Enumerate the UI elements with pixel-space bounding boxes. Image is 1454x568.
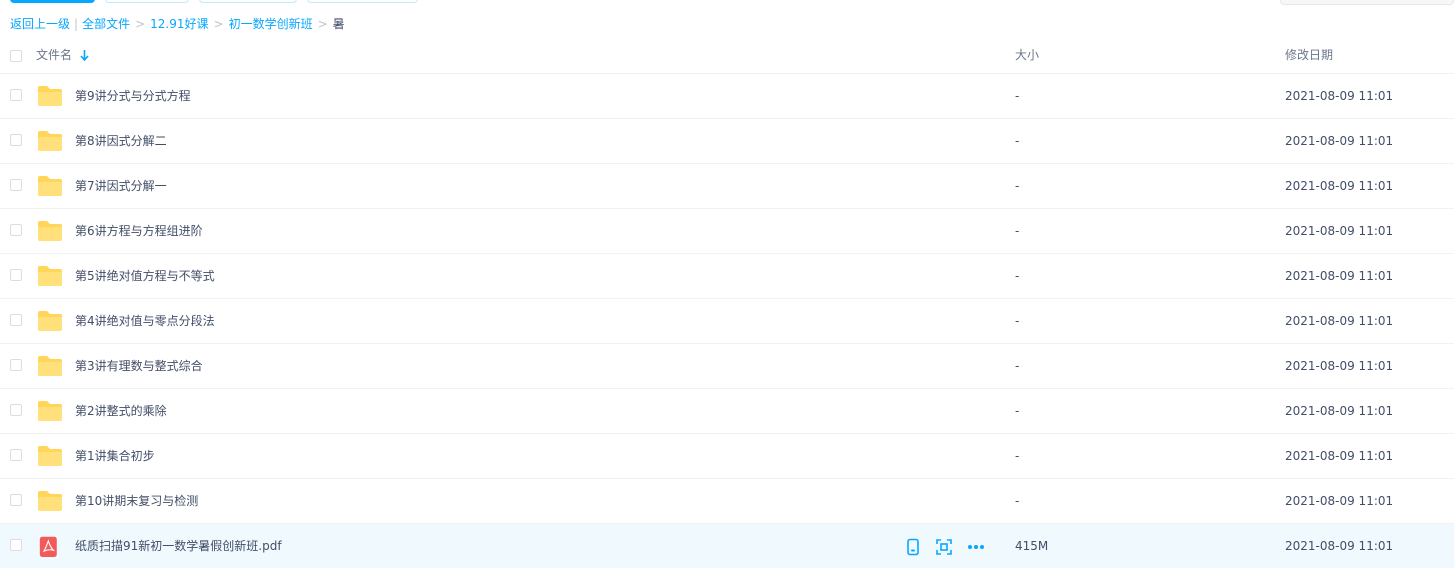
row-checkbox[interactable] — [10, 134, 22, 146]
row-checkbox[interactable] — [10, 494, 22, 506]
folder-icon — [38, 131, 62, 151]
file-size: - — [1015, 359, 1020, 373]
column-header-size[interactable]: 大小 — [1015, 47, 1039, 63]
breadcrumb: 返回上一级 | 全部文件 >12.91好课 > 初一数学创新班 > 暑 — [10, 15, 345, 33]
column-header-name-label: 文件名 — [36, 48, 73, 62]
row-checkbox[interactable] — [10, 179, 22, 191]
file-list: 第9讲分式与分式方程 - 2021-08-09 11:01 第8讲因式分解二 -… — [0, 74, 1454, 568]
file-name[interactable]: 第3讲有理数与整式综合 — [75, 358, 203, 374]
row-checkbox[interactable] — [10, 404, 22, 416]
folder-icon — [38, 446, 62, 466]
file-size: - — [1015, 269, 1020, 283]
file-date: 2021-08-09 11:01 — [1285, 269, 1394, 283]
breadcrumb-item-all-files[interactable]: 全部文件 — [82, 17, 130, 31]
file-row[interactable]: 第5讲绝对值方程与不等式 - 2021-08-09 11:01 — [0, 254, 1454, 299]
file-name[interactable]: 第10讲期末复习与检测 — [75, 493, 198, 509]
file-size: - — [1015, 179, 1020, 193]
file-name[interactable]: 第1讲集合初步 — [75, 448, 155, 464]
row-checkbox[interactable] — [10, 269, 22, 281]
file-name[interactable]: 纸质扫描91新初一数学暑假创新班.pdf — [75, 538, 282, 554]
chevron-right-icon: > — [317, 17, 328, 31]
chevron-right-icon: > — [135, 17, 146, 31]
file-row[interactable]: 第2讲整式的乘除 - 2021-08-09 11:01 — [0, 389, 1454, 434]
file-date: 2021-08-09 11:01 — [1285, 494, 1394, 508]
pdf-icon — [39, 536, 57, 557]
share-scan-icon[interactable] — [935, 538, 953, 556]
upload-button[interactable] — [10, 0, 95, 3]
file-name[interactable]: 第6讲方程与方程组进阶 — [75, 223, 203, 239]
column-header-date[interactable]: 修改日期 — [1285, 47, 1333, 63]
file-name[interactable]: 第7讲因式分解一 — [75, 178, 167, 194]
back-link[interactable]: 返回上一级 — [10, 17, 70, 31]
file-size: 415M — [1015, 539, 1049, 553]
file-size: - — [1015, 224, 1020, 238]
file-row[interactable]: 纸质扫描91新初一数学暑假创新班.pdf 415M 2021-08-09 11:… — [0, 524, 1454, 568]
folder-icon — [38, 86, 62, 106]
row-checkbox[interactable] — [10, 539, 22, 551]
row-checkbox[interactable] — [10, 449, 22, 461]
row-checkbox[interactable] — [10, 89, 22, 101]
toolbar — [0, 0, 1454, 6]
folder-icon — [38, 491, 62, 511]
folder-icon — [38, 401, 62, 421]
file-row[interactable]: 第7讲因式分解一 - 2021-08-09 11:01 — [0, 164, 1454, 209]
file-date: 2021-08-09 11:01 — [1285, 539, 1394, 553]
folder-icon — [38, 176, 62, 196]
file-size: - — [1015, 89, 1020, 103]
mobile-icon[interactable] — [904, 538, 922, 556]
folder-icon — [38, 266, 62, 286]
file-date: 2021-08-09 11:01 — [1285, 179, 1394, 193]
breadcrumb-item-course[interactable]: 12.91好课 — [150, 17, 208, 31]
file-row[interactable]: 第6讲方程与方程组进阶 - 2021-08-09 11:01 — [0, 209, 1454, 254]
folder-icon — [38, 356, 62, 376]
file-size: - — [1015, 449, 1020, 463]
file-size: - — [1015, 134, 1020, 148]
file-size: - — [1015, 404, 1020, 418]
file-date: 2021-08-09 11:01 — [1285, 404, 1394, 418]
column-header-name[interactable]: 文件名 — [36, 47, 89, 63]
more-icon[interactable] — [967, 538, 985, 556]
file-row[interactable]: 第1讲集合初步 - 2021-08-09 11:01 — [0, 434, 1454, 479]
row-checkbox[interactable] — [10, 359, 22, 371]
file-date: 2021-08-09 11:01 — [1285, 359, 1394, 373]
file-date: 2021-08-09 11:01 — [1285, 449, 1394, 463]
file-name[interactable]: 第9讲分式与分式方程 — [75, 88, 191, 104]
file-name[interactable]: 第8讲因式分解二 — [75, 133, 167, 149]
file-size: - — [1015, 494, 1020, 508]
file-row[interactable]: 第10讲期末复习与检测 - 2021-08-09 11:01 — [0, 479, 1454, 524]
breadcrumb-item-class[interactable]: 初一数学创新班 — [229, 17, 313, 31]
row-checkbox[interactable] — [10, 314, 22, 326]
chevron-right-icon: > — [213, 17, 224, 31]
search-input[interactable] — [1280, 0, 1454, 5]
row-checkbox[interactable] — [10, 224, 22, 236]
folder-icon — [38, 221, 62, 241]
file-date: 2021-08-09 11:01 — [1285, 89, 1394, 103]
arrow-down-icon[interactable] — [80, 50, 89, 61]
file-name[interactable]: 第5讲绝对值方程与不等式 — [75, 268, 215, 284]
file-date: 2021-08-09 11:01 — [1285, 134, 1394, 148]
file-list-header: 文件名 大小 修改日期 — [0, 36, 1454, 74]
file-date: 2021-08-09 11:01 — [1285, 224, 1394, 238]
more-tools-button[interactable] — [307, 0, 418, 3]
file-date: 2021-08-09 11:01 — [1285, 314, 1394, 328]
select-all-checkbox[interactable] — [10, 50, 22, 62]
file-row[interactable]: 第9讲分式与分式方程 - 2021-08-09 11:01 — [0, 74, 1454, 119]
offline-download-button[interactable] — [199, 0, 297, 3]
file-row[interactable]: 第8讲因式分解二 - 2021-08-09 11:01 — [0, 119, 1454, 164]
file-size: - — [1015, 314, 1020, 328]
file-name[interactable]: 第4讲绝对值与零点分段法 — [75, 313, 215, 329]
breadcrumb-divider: | — [74, 17, 79, 31]
breadcrumb-current: 暑 — [332, 17, 345, 31]
new-folder-button[interactable] — [105, 0, 189, 3]
file-row[interactable]: 第4讲绝对值与零点分段法 - 2021-08-09 11:01 — [0, 299, 1454, 344]
file-name[interactable]: 第2讲整式的乘除 — [75, 403, 167, 419]
file-row[interactable]: 第3讲有理数与整式综合 - 2021-08-09 11:01 — [0, 344, 1454, 389]
folder-icon — [38, 311, 62, 331]
